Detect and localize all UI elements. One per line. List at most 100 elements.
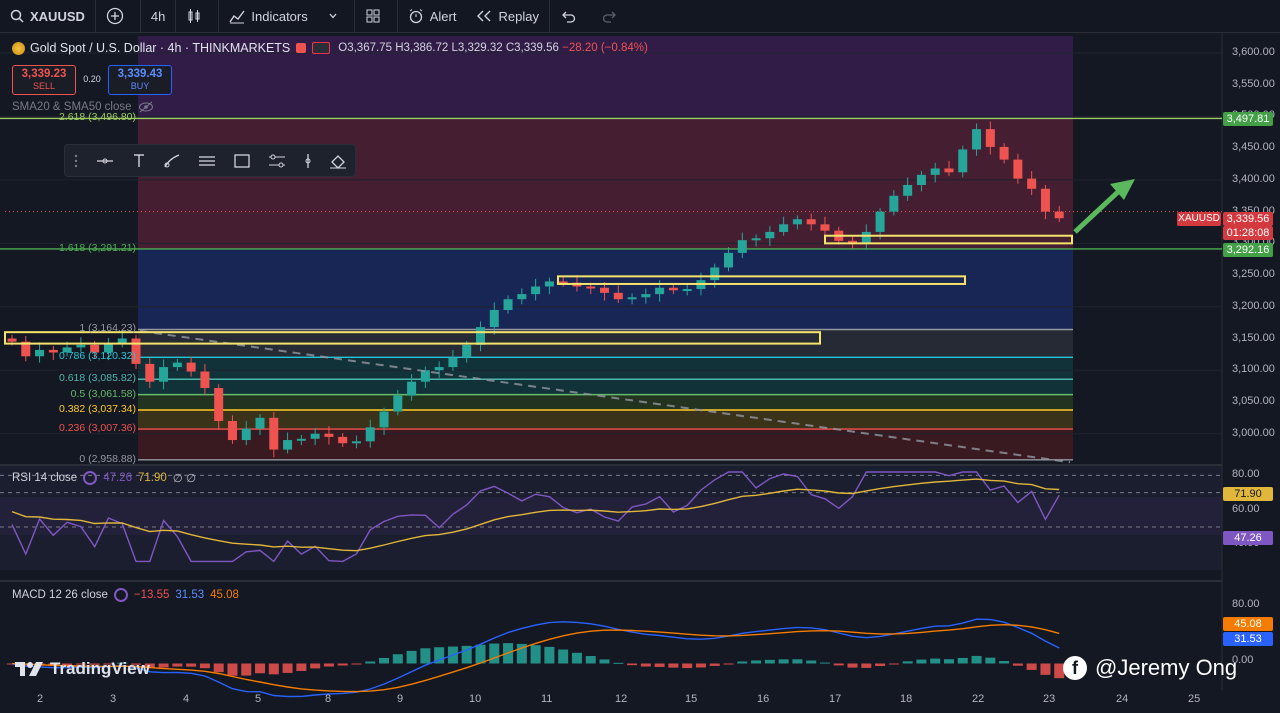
macd-histogram-bar <box>296 663 307 671</box>
candle-body <box>324 433 334 437</box>
indicators-button[interactable]: Indicators <box>219 0 317 32</box>
indicators-dropdown[interactable] <box>318 0 355 32</box>
settings-lines-icon[interactable] <box>267 153 287 169</box>
macd-histogram-bar <box>751 660 762 664</box>
candle-body <box>462 344 472 358</box>
trend-line-icon[interactable] <box>95 153 115 169</box>
eye-off-icon[interactable] <box>138 101 154 113</box>
fib-label: 0 (2,958.88) <box>79 452 136 465</box>
undo-button[interactable] <box>550 0 592 32</box>
candle-body <box>475 327 485 345</box>
sell-button[interactable]: 3,339.23 SELL <box>12 65 76 95</box>
date-tick: 15 <box>685 693 698 705</box>
countdown-tag: 01:28:08 <box>1223 226 1273 240</box>
candle-body <box>958 149 968 173</box>
line-style-icon[interactable] <box>197 153 217 169</box>
buy-button[interactable]: 3,339.43 BUY <box>108 65 172 95</box>
macd-histogram-bar <box>489 643 500 664</box>
rectangle-icon[interactable] <box>233 153 251 169</box>
paint-bucket-icon[interactable] <box>329 153 347 169</box>
fib-label: 1 (3,164.23) <box>79 322 136 335</box>
candle-body <box>531 286 541 295</box>
macd-histogram-bar <box>764 659 775 664</box>
text-tool-icon[interactable] <box>131 153 147 169</box>
gold-coin-icon <box>12 41 25 55</box>
rsi-band <box>0 497 1222 535</box>
candle-body <box>724 252 734 268</box>
alert-button[interactable]: Alert <box>398 0 467 32</box>
rsi-tick: 60.00 <box>1232 502 1260 515</box>
macd-settings-icon[interactable] <box>113 588 128 602</box>
macd-legend[interactable]: MACD 12 26 close −13.55 31.53 45.08 <box>12 588 239 602</box>
macd-histogram-bar <box>999 661 1010 664</box>
macd-histogram-bar <box>668 663 679 668</box>
candle-body <box>434 367 444 371</box>
candle-body <box>186 362 196 372</box>
macd-histogram-bar <box>241 663 252 676</box>
vertical-line-icon[interactable] <box>303 153 313 169</box>
macd-histogram-bar <box>778 659 789 664</box>
spread-value: 0.20 <box>83 74 101 84</box>
indicators-icon <box>229 10 245 24</box>
candle-body <box>420 370 430 382</box>
macd-histogram-bar <box>282 663 293 673</box>
chart-type-button[interactable] <box>176 0 220 32</box>
drag-handle-icon[interactable] <box>73 153 79 169</box>
tradingview-icon <box>15 662 43 676</box>
alert-label: Alert <box>429 8 457 24</box>
chart-legend: Gold Spot / U.S. Dollar · 4h · THINKMARK… <box>12 41 648 55</box>
drawing-toolbar <box>64 144 356 177</box>
price-tick: 3,450.00 <box>1232 141 1275 154</box>
price-tick: 3,000.00 <box>1232 426 1275 439</box>
macd-histogram-bar <box>379 657 390 664</box>
compare-button[interactable] <box>96 0 141 32</box>
candle-body <box>489 309 499 328</box>
macd-histogram-bar <box>158 663 169 668</box>
date-tick: 2 <box>37 693 44 705</box>
fib-label: 0.5 (3,061.58) <box>70 387 136 400</box>
change-value: −28.20 (−0.84%) <box>562 42 648 54</box>
price-tick: 3,250.00 <box>1232 268 1275 281</box>
macd-histogram-bar <box>792 659 803 664</box>
macd-histogram-bar <box>930 658 941 664</box>
redo-button[interactable] <box>592 0 634 32</box>
candle-body <box>1054 211 1064 219</box>
candle-body <box>227 421 237 441</box>
macd-histogram-bar <box>1012 663 1023 666</box>
rewind-icon <box>477 10 491 22</box>
undo-icon <box>562 11 576 23</box>
rsi-legend[interactable]: RSI 14 close 47.26 71.90 ∅ ∅ <box>12 471 196 485</box>
macd-value: 31.53 <box>175 589 205 601</box>
macd-histogram-bar <box>268 663 279 675</box>
price-tick: 3,200.00 <box>1232 299 1275 312</box>
candle-body <box>682 289 692 292</box>
date-tick: 4 <box>183 693 190 705</box>
candle-body <box>765 231 775 239</box>
macd-histogram-bar <box>916 659 927 664</box>
candle-body <box>806 219 816 225</box>
price-chart[interactable] <box>0 33 1280 713</box>
rsi-settings-icon[interactable] <box>83 471 98 485</box>
candle-body <box>613 292 623 300</box>
price-tick: 3,100.00 <box>1232 363 1275 376</box>
replay-button[interactable]: Replay <box>466 0 550 32</box>
candle-body <box>544 281 554 287</box>
macd-histogram-bar <box>1026 663 1037 670</box>
macd-histogram-bar <box>957 657 968 664</box>
symbol-search[interactable]: XAUUSD <box>0 0 96 32</box>
flag-icon[interactable] <box>296 43 307 53</box>
macd-histogram-bar <box>310 663 321 669</box>
grid-icon <box>366 9 380 23</box>
macd-histogram-bar <box>875 663 886 667</box>
interval-button[interactable]: 4h <box>141 0 177 32</box>
layout-button[interactable] <box>355 0 398 32</box>
candle-body <box>972 129 982 150</box>
chart-title: Gold Spot / U.S. Dollar · 4h · THINKMARK… <box>30 41 291 55</box>
candle-body <box>145 363 155 382</box>
macd-histogram-bar <box>323 663 334 667</box>
macd-histogram-bar <box>723 663 734 665</box>
macd-histogram-bar <box>709 663 720 666</box>
candle-body <box>172 362 182 368</box>
rsi-label: RSI 14 close <box>12 472 78 484</box>
brush-icon[interactable] <box>163 153 181 169</box>
